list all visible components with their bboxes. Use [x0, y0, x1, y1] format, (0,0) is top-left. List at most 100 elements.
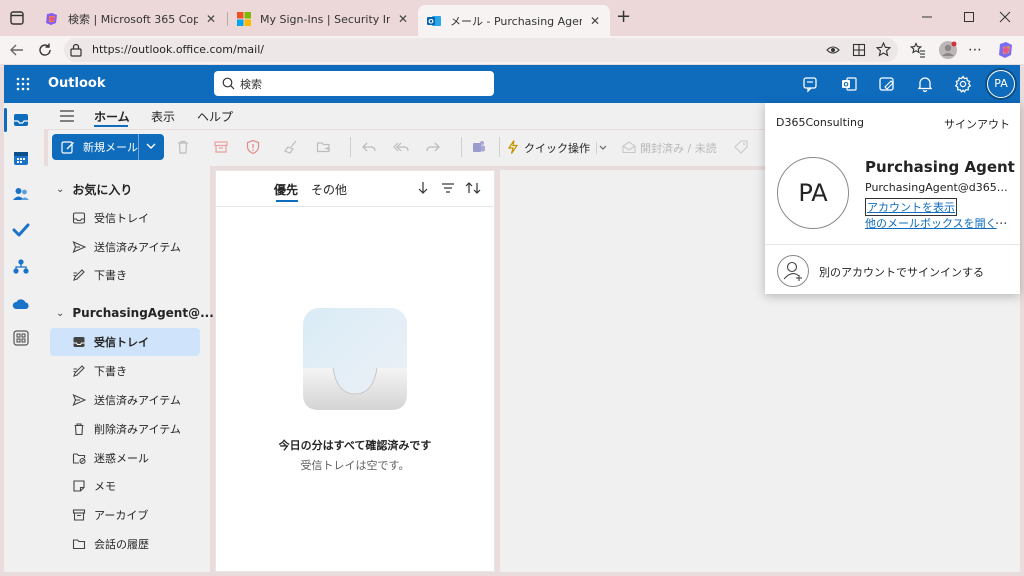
fav-drafts[interactable]: 下書き: [50, 261, 200, 289]
draft-pencil-icon: [72, 268, 86, 282]
split-screen-icon[interactable]: [852, 43, 866, 57]
mail-icon[interactable]: [12, 111, 32, 131]
teams-outlook-icon[interactable]: O: [839, 74, 859, 94]
favorites-header[interactable]: ⌄ お気に入り: [56, 181, 132, 198]
microsoft-logo-icon: [236, 11, 252, 27]
url-text[interactable]: https://outlook.office.com/mail/: [92, 43, 264, 56]
empty-state-title: 今日の分はすべて確認済みです: [278, 439, 432, 452]
folder-drafts[interactable]: 下書き: [50, 357, 200, 385]
fav-inbox[interactable]: 受信トレイ: [50, 204, 200, 232]
tracking-prevention-icon[interactable]: [826, 43, 840, 57]
archive-icon[interactable]: [213, 139, 229, 155]
people-icon[interactable]: [12, 185, 32, 205]
folder-junk[interactable]: 迷惑メール: [50, 444, 200, 472]
refresh-button[interactable]: [37, 42, 53, 58]
reply-icon[interactable]: [361, 139, 377, 155]
sign-in-other-account-link[interactable]: 別のアカウントでサインインする: [819, 264, 984, 280]
lightning-icon[interactable]: [505, 139, 521, 155]
sort-icon[interactable]: [465, 181, 481, 195]
new-mail-divider: [138, 134, 139, 160]
fav-sent-items[interactable]: 送信済みアイテム: [50, 233, 200, 261]
minimize-button[interactable]: [920, 10, 934, 24]
more-options-icon[interactable]: ⋯: [968, 42, 982, 58]
folder-archive[interactable]: アーカイブ: [50, 501, 200, 529]
close-tab-icon[interactable]: ✕: [588, 14, 602, 28]
app-launcher-icon[interactable]: [16, 77, 30, 91]
search-box[interactable]: 検索: [214, 71, 494, 96]
tab-focused[interactable]: 優先: [274, 181, 298, 198]
copilot-button-icon[interactable]: [996, 40, 1016, 60]
folder-inbox[interactable]: 受信トレイ: [50, 328, 200, 356]
jump-down-icon[interactable]: [416, 181, 430, 195]
todo-icon[interactable]: [12, 221, 32, 241]
favorites-icon[interactable]: [910, 42, 926, 58]
quick-actions-dropdown-icon[interactable]: [596, 142, 608, 154]
onedrive-icon[interactable]: [12, 295, 32, 315]
flyout-divider: [765, 244, 1020, 245]
junk-icon: [72, 451, 86, 465]
tab-help[interactable]: ヘルプ: [197, 108, 233, 125]
tag-icon[interactable]: [733, 139, 749, 155]
profile-icon[interactable]: [938, 40, 958, 60]
inbox-icon: [72, 211, 86, 225]
my-day-icon[interactable]: [877, 74, 897, 94]
sweep-broom-icon[interactable]: [283, 139, 299, 155]
new-mail-label: 新規メール: [83, 141, 138, 154]
view-account-link[interactable]: アカウントを表示: [865, 198, 957, 216]
account-avatar-button[interactable]: PA: [987, 70, 1015, 98]
tab-other[interactable]: その他: [311, 181, 347, 198]
more-apps-icon[interactable]: [12, 329, 32, 349]
settings-gear-icon[interactable]: [953, 74, 973, 94]
read-unread-button[interactable]: 開封済み / 未読: [640, 140, 717, 156]
favorite-star-icon[interactable]: [876, 42, 891, 57]
account-header[interactable]: ⌄ PurchasingAgent@...: [56, 306, 214, 320]
tab-focused-underline: [276, 200, 298, 202]
reply-all-icon[interactable]: [393, 139, 409, 155]
move-to-folder-icon[interactable]: [316, 139, 332, 155]
hamburger-menu-icon[interactable]: [60, 110, 74, 122]
app-name[interactable]: Outlook: [48, 76, 105, 91]
search-icon: [222, 77, 235, 90]
close-tab-icon[interactable]: ✕: [204, 12, 218, 26]
close-tab-icon[interactable]: ✕: [396, 12, 410, 26]
filter-icon[interactable]: [441, 181, 455, 195]
delete-icon[interactable]: [175, 139, 191, 155]
site-info-icon[interactable]: [69, 43, 83, 57]
address-bar[interactable]: https://outlook.office.com/mail/: [64, 38, 898, 62]
outlook-icon: O: [426, 13, 442, 29]
folder-sent-items[interactable]: 送信済みアイテム: [50, 386, 200, 414]
envelope-open-icon[interactable]: [621, 139, 637, 155]
new-tab-button[interactable]: +: [616, 6, 631, 27]
chevron-down-icon[interactable]: [145, 140, 157, 152]
search-input[interactable]: 検索: [240, 76, 262, 92]
more-options-button[interactable]: ...: [995, 213, 1007, 228]
org-explorer-icon[interactable]: [12, 258, 32, 278]
browser-tab-copilot[interactable]: 検索 | Microsoft 365 Copilot ✕: [36, 5, 226, 33]
meet-now-icon[interactable]: [801, 74, 821, 94]
browser-tab-outlook[interactable]: O メール - Purchasing Agent - Outlo ✕: [418, 5, 610, 36]
new-mail-button[interactable]: 新規メール: [52, 134, 164, 160]
browser-tab-signins[interactable]: My Sign-Ins | Security Info | Micro ✕: [228, 5, 418, 33]
add-account-icon[interactable]: [777, 255, 809, 287]
tab-label: 検索 | Microsoft 365 Copilot: [68, 13, 198, 26]
quick-actions-button[interactable]: クイック操作: [524, 140, 590, 156]
tab-home[interactable]: ホーム: [94, 108, 130, 125]
calendar-icon[interactable]: [12, 149, 32, 169]
back-button[interactable]: [9, 42, 25, 58]
open-other-mailbox-link[interactable]: 他のメールボックスを開く: [865, 215, 997, 231]
teams-share-icon[interactable]: [471, 139, 487, 155]
tab-view[interactable]: 表示: [151, 108, 175, 125]
tab-actions-icon[interactable]: [10, 11, 24, 25]
close-window-button[interactable]: [998, 10, 1012, 24]
report-shield-icon[interactable]: [245, 139, 261, 155]
empty-inbox-tray-icon: [303, 308, 407, 410]
folder-notes[interactable]: メモ: [50, 472, 200, 500]
maximize-button[interactable]: [962, 10, 976, 24]
account-avatar: PA: [777, 157, 849, 229]
folder-deleted-items[interactable]: 削除済みアイテム: [50, 415, 200, 443]
folder-conversation-history[interactable]: 会話の履歴: [50, 530, 200, 558]
forward-icon[interactable]: [425, 139, 441, 155]
tab-label: メール - Purchasing Agent - Outlo: [450, 14, 582, 28]
notifications-icon[interactable]: [915, 74, 935, 94]
sign-out-link[interactable]: サインアウト: [944, 116, 1010, 132]
